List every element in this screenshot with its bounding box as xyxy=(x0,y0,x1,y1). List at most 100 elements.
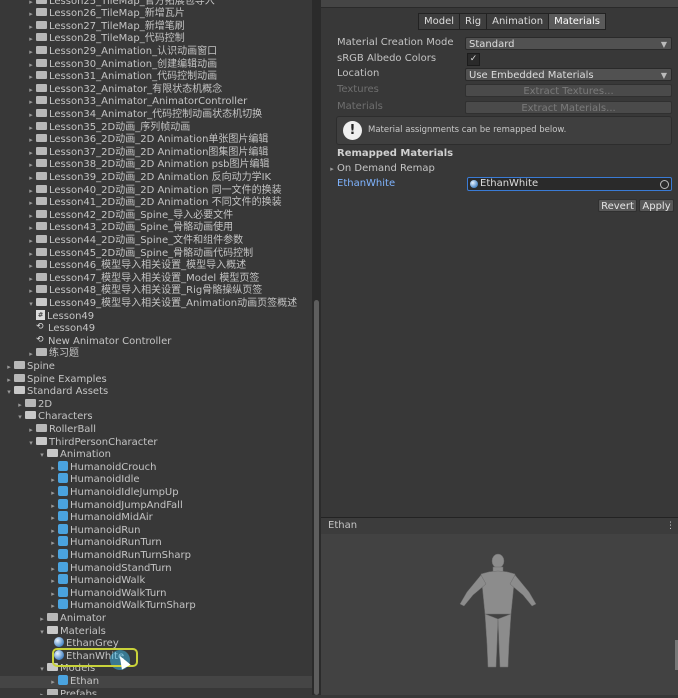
chevron-right-icon[interactable]: ▸ xyxy=(26,147,36,160)
chevron-right-icon[interactable]: ▸ xyxy=(48,474,58,487)
chevron-right-icon[interactable]: ▸ xyxy=(37,689,47,696)
project-tree-row[interactable]: ▸ Lesson33_Animator_AnimatorController xyxy=(0,96,247,109)
tab-materials[interactable]: Materials xyxy=(548,13,606,30)
project-tree-row[interactable]: ▸ Lesson39_2D动画_2D Animation 反向动力学IK xyxy=(0,171,271,185)
object-picker-icon[interactable] xyxy=(660,180,669,189)
project-tree-row[interactable]: ▸ HumanoidJumpAndFall xyxy=(0,498,183,513)
more-options-icon[interactable]: ⋮ xyxy=(666,518,675,534)
extract-textures-button[interactable]: Extract Textures... xyxy=(465,84,672,97)
project-tree-row[interactable]: ▸ Lesson27_TileMap_新增笔刷 xyxy=(0,20,185,34)
project-tree-row[interactable]: ▸ HumanoidRun xyxy=(0,523,140,538)
scrollbar-thumb[interactable] xyxy=(314,300,319,695)
project-tree-row[interactable]: # Lesson49 xyxy=(0,309,94,324)
project-tree-row[interactable]: ▸ HumanoidIdleJumpUp xyxy=(0,485,179,500)
project-tree-row[interactable]: ▸ Ethan xyxy=(0,674,312,689)
chevron-right-icon[interactable]: ▸ xyxy=(26,71,36,84)
project-tree-row[interactable]: ▸ Lesson38_2D动画_2D Animation psb图片编辑 xyxy=(0,159,270,172)
project-tree-row[interactable]: ⟲ Lesson49 xyxy=(0,322,95,336)
chevron-down-icon[interactable]: ▾ xyxy=(37,449,47,462)
chevron-right-icon[interactable]: ▸ xyxy=(48,676,58,689)
chevron-right-icon[interactable]: ▸ xyxy=(26,273,36,286)
chevron-down-icon[interactable]: ▾ xyxy=(37,663,47,676)
project-tree-row[interactable]: ▸ Lesson35_2D动画_序列帧动画 xyxy=(0,121,190,135)
chevron-right-icon[interactable]: ▸ xyxy=(48,537,58,550)
project-tree-row[interactable]: ▸ Spine xyxy=(0,360,55,374)
project-tree-row[interactable]: ▸ Lesson30_Animation_创建编辑动画 xyxy=(0,58,217,72)
material-creation-mode-dropdown[interactable]: Standard ▼ xyxy=(465,37,672,50)
project-tree-row[interactable]: ▸ Lesson42_2D动画_Spine_导入必要文件 xyxy=(0,209,233,223)
project-tree-row[interactable]: ⟲ New Animator Controller xyxy=(0,335,171,349)
chevron-right-icon[interactable]: ▸ xyxy=(26,159,36,172)
chevron-right-icon[interactable]: ▸ xyxy=(26,122,36,135)
project-tree-row[interactable]: ▸ HumanoidWalkTurn xyxy=(0,586,166,601)
chevron-down-icon[interactable]: ▾ xyxy=(15,411,25,424)
chevron-right-icon[interactable]: ▸ xyxy=(26,134,36,147)
location-dropdown[interactable]: Use Embedded Materials ▼ xyxy=(465,68,672,81)
project-tree-row[interactable]: ▸ Lesson44_2D动画_Spine_文件和组件参数 xyxy=(0,234,243,248)
chevron-right-icon[interactable]: ▸ xyxy=(26,222,36,235)
chevron-right-icon[interactable]: ▸ xyxy=(26,59,36,72)
tab-model[interactable]: Model xyxy=(418,13,461,30)
tab-rig[interactable]: Rig xyxy=(459,13,488,30)
chevron-right-icon[interactable]: ▸ xyxy=(26,172,36,185)
chevron-right-icon[interactable]: ▸ xyxy=(26,285,36,298)
project-tree-row[interactable]: ▸ HumanoidRunTurnSharp xyxy=(0,548,191,563)
chevron-right-icon[interactable]: ▸ xyxy=(37,613,47,626)
chevron-down-icon[interactable]: ▾ xyxy=(4,386,14,399)
chevron-right-icon[interactable]: ▸ xyxy=(26,21,36,34)
project-tree-row[interactable]: ▸ HumanoidIdle xyxy=(0,473,140,487)
project-tree-row[interactable]: ▸ HumanoidWalk xyxy=(0,574,145,588)
project-tree-row[interactable]: ▸ RollerBall xyxy=(0,423,96,437)
chevron-right-icon[interactable]: ▸ xyxy=(4,374,14,387)
project-tree-row[interactable]: ▸ 练习题 xyxy=(0,348,79,361)
chevron-down-icon[interactable]: ▾ xyxy=(26,437,36,450)
project-tree-row[interactable]: ▸ 2D xyxy=(0,398,52,412)
srgb-checkbox[interactable]: ✓ xyxy=(467,53,480,66)
chevron-right-icon[interactable]: ▸ xyxy=(48,525,58,538)
chevron-right-icon[interactable]: ▸ xyxy=(26,348,36,361)
project-tree-row[interactable]: ▸ Lesson34_Animator_代码控制动画状态机切换 xyxy=(0,108,262,122)
chevron-right-icon[interactable]: ▸ xyxy=(4,361,14,374)
project-tree-row[interactable]: ▸ Lesson43_2D动画_Spine_骨骼动画使用 xyxy=(0,222,233,235)
chevron-right-icon[interactable]: ▸ xyxy=(26,210,36,223)
project-tree-row[interactable]: ▾ Characters xyxy=(0,411,93,424)
extract-materials-button[interactable]: Extract Materials... xyxy=(465,101,672,114)
apply-button[interactable]: Apply xyxy=(639,199,674,212)
project-scrollbar[interactable] xyxy=(312,0,321,695)
project-tree-row[interactable]: ▸ HumanoidStandTurn xyxy=(0,561,172,576)
chevron-right-icon[interactable]: ▸ xyxy=(26,260,36,273)
project-tree-row[interactable]: ▸ Lesson32_Animator_有限状态机概念 xyxy=(0,83,222,97)
project-tree-row[interactable]: ▸ HumanoidCrouch xyxy=(0,460,156,475)
chevron-right-icon[interactable]: ▸ xyxy=(48,462,58,475)
project-tree-row[interactable]: ▸ Lesson45_2D动画_Spine_骨骼动画代码控制 xyxy=(0,247,253,261)
chevron-right-icon[interactable]: ▸ xyxy=(26,84,36,97)
chevron-right-icon[interactable]: ▸ xyxy=(26,185,36,198)
project-tree-row[interactable]: ▾ Standard Assets xyxy=(0,386,108,399)
project-tree-row[interactable]: ▸ HumanoidWalkTurnSharp xyxy=(0,599,196,613)
project-tree-row[interactable]: ▸ Lesson36_2D动画_2D Animation单张图片编辑 xyxy=(0,134,268,147)
chevron-right-icon[interactable]: ▸ xyxy=(26,424,36,437)
project-tree-row[interactable]: ▸ Spine Examples xyxy=(0,373,107,387)
chevron-right-icon[interactable]: ▸ xyxy=(26,235,36,248)
project-tree-row[interactable]: ▸ HumanoidMidAir xyxy=(0,511,153,525)
model-preview[interactable] xyxy=(321,534,678,695)
chevron-right-icon[interactable]: ▸ xyxy=(26,0,36,8)
chevron-right-icon[interactable]: ▸ xyxy=(48,550,58,563)
project-tree-row[interactable]: ▸ HumanoidRunTurn xyxy=(0,536,162,550)
chevron-right-icon[interactable]: ▸ xyxy=(48,512,58,525)
chevron-right-icon[interactable]: ▸ xyxy=(48,487,58,500)
project-tree-row[interactable]: ▸ Lesson48_模型导入相关设置_Rig骨骼操纵页签 xyxy=(0,285,262,298)
project-tree-row[interactable]: ▸ Lesson37_2D动画_2D Animation图集图片编辑 xyxy=(0,146,268,160)
project-tree-row[interactable]: ▾ ThirdPersonCharacter xyxy=(0,436,157,450)
chevron-right-icon[interactable]: ▸ xyxy=(48,563,58,576)
project-tree-row[interactable]: ▾ Materials xyxy=(0,625,106,639)
project-tree-row[interactable]: ▸ Lesson31_Animation_代码控制动画 xyxy=(0,71,217,84)
chevron-right-icon[interactable]: ▸ xyxy=(26,8,36,21)
project-tree-row[interactable]: ▸ Lesson40_2D动画_2D Animation 同一文件的换装 xyxy=(0,184,282,198)
tab-animation[interactable]: Animation xyxy=(486,13,550,30)
project-tree-row[interactable]: ▸ Lesson26_TileMap_新增瓦片 xyxy=(0,8,185,21)
project-tree-row[interactable]: ▸ Lesson28_TileMap_代码控制 xyxy=(0,33,185,46)
project-tree-row[interactable]: ▾ Animation xyxy=(0,449,111,462)
chevron-right-icon[interactable]: ▸ xyxy=(48,600,58,613)
on-demand-remap-foldout[interactable]: ▸ On Demand Remap xyxy=(327,162,435,176)
